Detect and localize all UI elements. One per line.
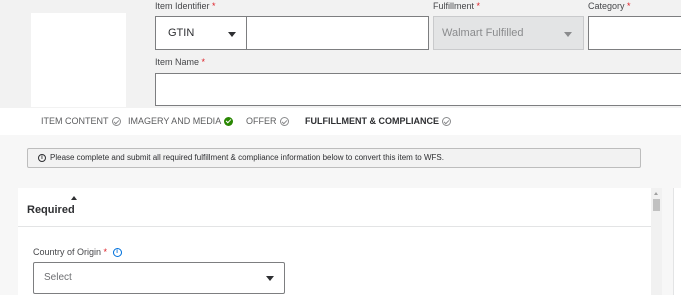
info-alert: i Please complete and submit all require… bbox=[27, 148, 641, 168]
chevron-down-icon bbox=[266, 276, 274, 281]
scroll-up-arrow-icon[interactable] bbox=[654, 192, 658, 195]
item-header: Item Identifier * Fulfillment * Category… bbox=[0, 0, 681, 108]
chevron-down-icon bbox=[228, 32, 236, 37]
scrollbar-thumb[interactable] bbox=[653, 199, 660, 211]
item-identifier-label: Item Identifier * bbox=[155, 1, 216, 11]
fulfillment-label: Fulfillment * bbox=[433, 1, 481, 11]
alert-text: Please complete and submit all required … bbox=[50, 153, 444, 162]
identifier-type-select[interactable]: GTIN bbox=[155, 16, 247, 50]
fulfillment-value: Walmart Fulfilled bbox=[442, 27, 524, 39]
tab-fulfillment-and-compliance[interactable]: FULFILLMENT & COMPLIANCE bbox=[305, 108, 451, 135]
circle-check-icon bbox=[442, 117, 451, 126]
collapse-caret-icon[interactable] bbox=[71, 196, 77, 200]
identifier-input[interactable] bbox=[247, 16, 429, 50]
country-of-origin-label: Country of Origin * i bbox=[33, 247, 122, 258]
identifier-type-value: GTIN bbox=[168, 27, 195, 39]
item-name-label: Item Name * bbox=[155, 57, 206, 67]
section-divider bbox=[18, 226, 651, 227]
tab-imagery-and-media[interactable]: IMAGERY AND MEDIA bbox=[128, 108, 234, 135]
country-of-origin-placeholder: Select bbox=[44, 272, 72, 283]
circle-check-icon bbox=[279, 117, 289, 126]
chevron-down-icon bbox=[564, 32, 572, 37]
category-label: Category * bbox=[588, 1, 631, 11]
section-tabs: ITEM CONTENT IMAGERY AND MEDIA OFFER FUL… bbox=[0, 108, 681, 135]
item-name-input[interactable] bbox=[155, 73, 681, 106]
item-image-placeholder[interactable] bbox=[31, 13, 126, 107]
info-icon[interactable]: i bbox=[112, 248, 122, 258]
fulfillment-select[interactable]: Walmart Fulfilled bbox=[433, 16, 584, 50]
tab-item-content[interactable]: ITEM CONTENT bbox=[41, 108, 121, 135]
side-panel-edge bbox=[673, 188, 681, 295]
info-icon: i bbox=[38, 154, 46, 162]
check-circle-filled-icon bbox=[224, 117, 234, 126]
country-of-origin-select[interactable]: Select bbox=[33, 262, 285, 294]
tab-offer[interactable]: OFFER bbox=[246, 108, 289, 135]
section-title-required: Required bbox=[27, 204, 75, 216]
category-input[interactable] bbox=[588, 16, 681, 50]
circle-check-icon bbox=[111, 117, 121, 126]
